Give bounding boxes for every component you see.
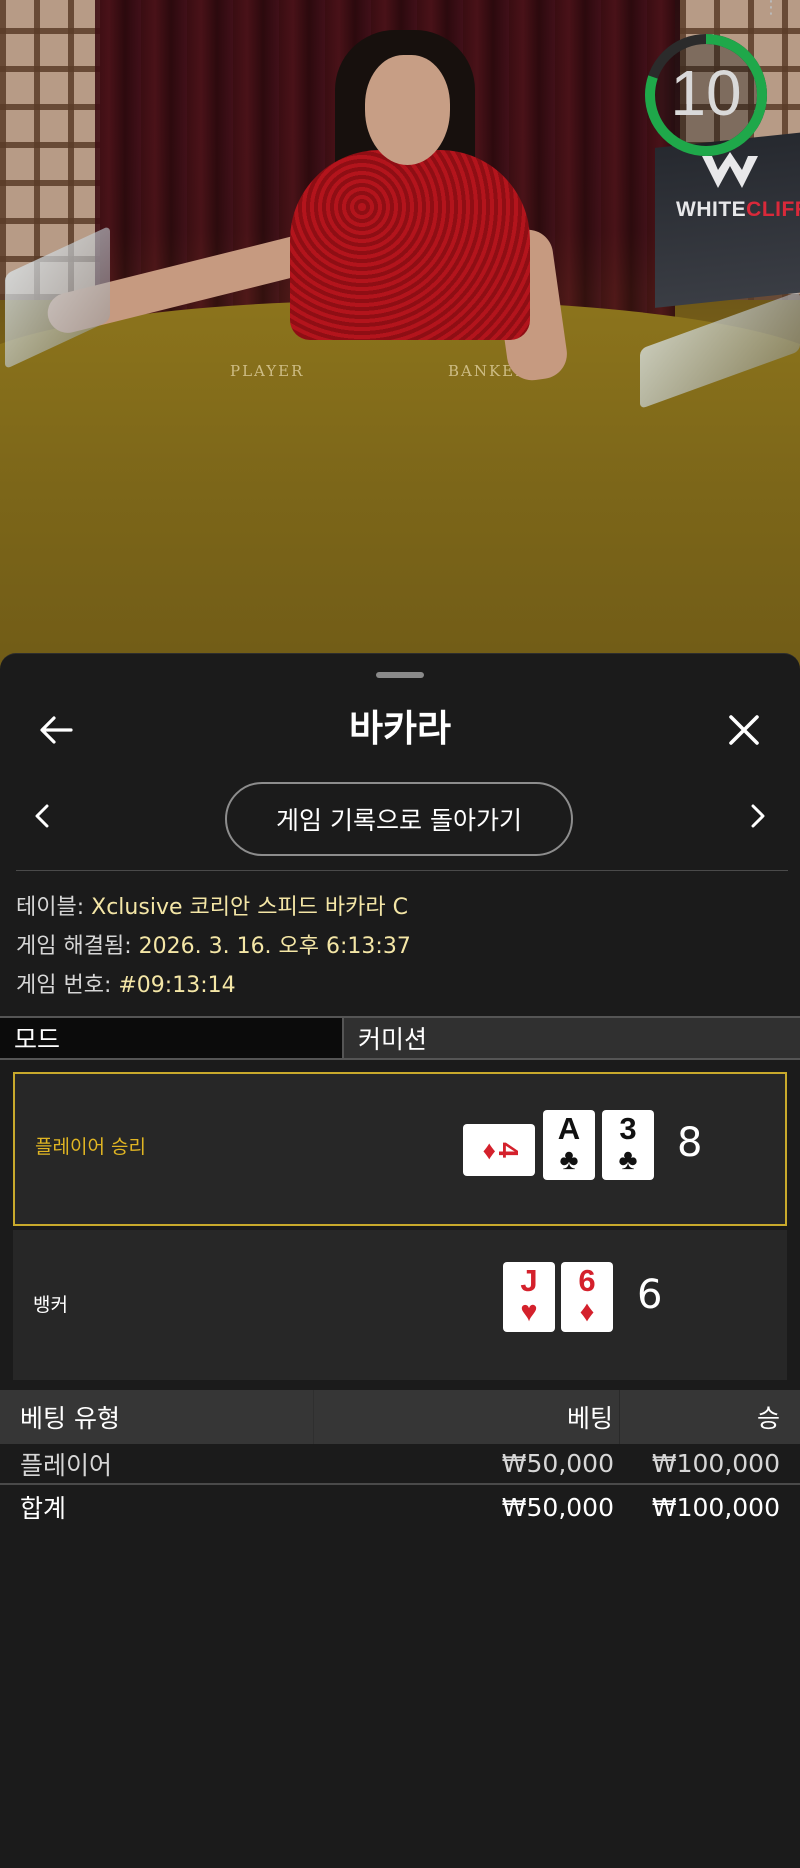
timer-countdown: 10 <box>670 57 742 129</box>
live-video-stream: PLAYER BANKER WHITECLIFF 10 ⋮ <box>0 0 800 700</box>
total-bet-amount: ₩50,000 <box>501 1492 614 1522</box>
player-card-2: A ♣ <box>543 1110 595 1180</box>
card-suit: ♥ <box>520 1296 538 1328</box>
page-title: 바카라 <box>348 707 452 750</box>
banker-score: 6 <box>637 1272 663 1318</box>
player-result-label: 플레이어 승리 <box>35 1136 146 1158</box>
dealer-dress <box>290 150 530 340</box>
mode-value: 커미션 <box>344 1018 800 1058</box>
row-bet-type: 플레이어 <box>20 1450 113 1480</box>
info-game-number: 게임 번호: #09:13:14 <box>16 967 236 999</box>
banker-card-1: J ♥ <box>503 1262 555 1332</box>
header-bet-type: 베팅 유형 <box>0 1390 314 1444</box>
player-card-1: ♦ 4 <box>463 1124 535 1176</box>
banker-result-label: 뱅커 <box>33 1294 68 1316</box>
brand-logo: WHITECLIFF <box>676 198 800 221</box>
dealer-face <box>365 55 450 165</box>
mode-row: 모드 커미션 <box>0 1016 800 1060</box>
header-win: 승 <box>756 1404 780 1433</box>
player-result-panel: 플레이어 승리 ♦ 4 A ♣ 3 ♣ 8 <box>13 1072 787 1226</box>
info-table-label: 테이블: <box>16 895 92 920</box>
total-label: 합계 <box>20 1494 67 1523</box>
info-table: 테이블: Xclusive 코리안 스피드 바카라 C <box>16 889 408 921</box>
table-total-row: 합계 ₩50,000 ₩100,000 <box>0 1485 800 1529</box>
game-detail-sheet: 바카라 게임 기록으로 돌아가기 테이블: Xclusive 코리안 스피드 바… <box>0 653 800 1868</box>
header-bet: 베팅 <box>314 1390 620 1444</box>
card-rank: A <box>557 1111 581 1146</box>
chevron-left-icon <box>35 804 49 828</box>
bets-table-header: 베팅 유형 베팅 승 <box>0 1390 800 1444</box>
info-resolved-label: 게임 해결됨: <box>16 934 139 959</box>
card-rank: 6 <box>578 1263 596 1298</box>
chevron-right-icon <box>751 804 765 828</box>
back-to-history-button[interactable]: 게임 기록으로 돌아가기 <box>225 782 573 856</box>
table-row: 플레이어 ₩50,000 ₩100,000 <box>0 1444 800 1485</box>
close-button[interactable] <box>716 702 772 758</box>
total-win-amount: ₩100,000 <box>651 1492 780 1522</box>
felt-label-player: PLAYER <box>230 362 305 380</box>
card-suit: ♣ <box>618 1144 638 1176</box>
card-suit: ♣ <box>559 1144 579 1176</box>
card-rank: 4 <box>492 1142 524 1158</box>
banker-result-panel: 뱅커 J ♥ 6 ♦ 6 <box>13 1230 787 1380</box>
previous-game-button[interactable] <box>22 796 62 836</box>
player-score: 8 <box>677 1120 703 1166</box>
card-rank: 3 <box>619 1111 637 1146</box>
more-options-icon[interactable]: ⋮ <box>762 0 780 28</box>
row-win-amount: ₩100,000 <box>651 1449 780 1478</box>
mode-label: 모드 <box>0 1018 344 1058</box>
bets-table: 베팅 유형 베팅 승 플레이어 ₩50,000 ₩100,000 합계 ₩50,… <box>0 1390 800 1529</box>
info-game-number-label: 게임 번호: <box>16 973 119 998</box>
close-icon <box>729 715 759 745</box>
card-suit: ♦ <box>579 1296 595 1328</box>
info-resolved: 게임 해결됨: 2026. 3. 16. 오후 6:13:37 <box>16 928 411 960</box>
info-game-number-value: #09:13:14 <box>118 973 236 998</box>
card-rank: J <box>520 1263 538 1298</box>
divider <box>16 870 788 871</box>
info-resolved-value: 2026. 3. 16. 오후 6:13:37 <box>138 934 411 959</box>
info-table-value: Xclusive 코리안 스피드 바카라 C <box>91 895 408 920</box>
drag-handle[interactable] <box>376 672 424 678</box>
next-game-button[interactable] <box>738 796 778 836</box>
player-card-3: 3 ♣ <box>602 1110 654 1180</box>
row-bet-amount: ₩50,000 <box>501 1449 614 1478</box>
banker-card-2: 6 ♦ <box>561 1262 613 1332</box>
